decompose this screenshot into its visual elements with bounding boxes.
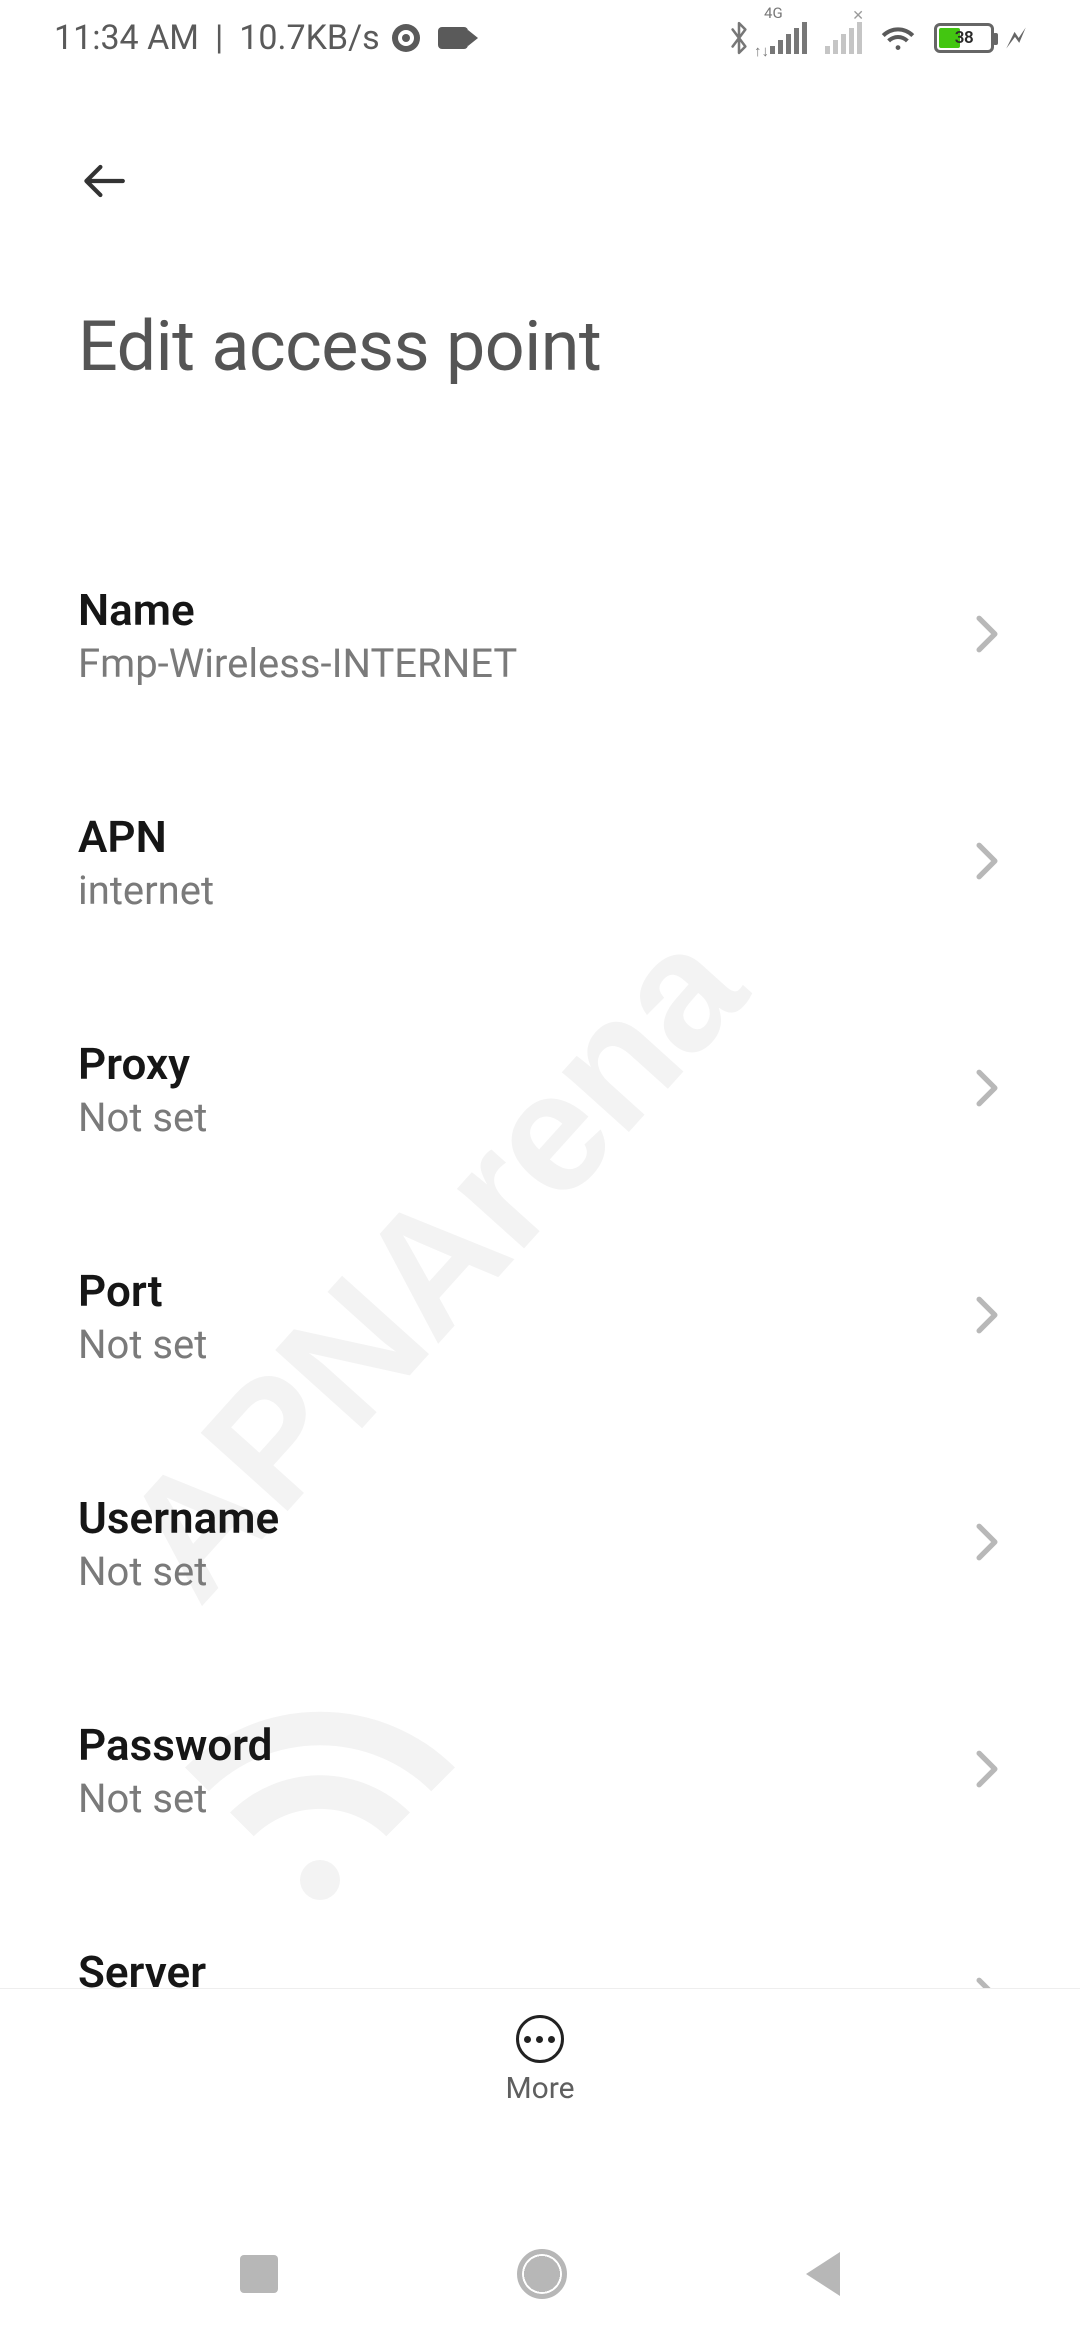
chevron-right-icon [972, 840, 1002, 886]
settings-gear-icon [392, 24, 420, 52]
row-label: Name [78, 584, 517, 636]
nav-back-button[interactable] [806, 2252, 840, 2296]
status-right: 4G ↑↓ ✕ 38 🗲 [726, 20, 1026, 56]
row-apn[interactable]: APN internet [0, 777, 1080, 948]
row-value: Not set [78, 1094, 207, 1141]
row-label: APN [78, 811, 214, 863]
row-password[interactable]: Password Not set [0, 1685, 1080, 1856]
row-label: Port [78, 1265, 207, 1317]
back-button[interactable] [78, 146, 148, 216]
status-network-speed: 10.7KB/s [239, 18, 379, 58]
status-left: 11:34 AM | 10.7KB/s [54, 18, 468, 58]
row-server[interactable]: Server Not set [0, 1912, 1080, 1988]
row-value: Not set [78, 1775, 272, 1822]
cellular-signal-icon-sim2: ✕ [825, 22, 862, 54]
status-time: 11:34 AM [54, 18, 199, 58]
cellular-4g-label: 4G [764, 4, 783, 22]
data-arrows-icon: ↑↓ [754, 46, 769, 56]
wifi-icon [880, 20, 916, 56]
row-value: Not set [78, 1321, 207, 1368]
app-header: Edit access point [0, 76, 1080, 388]
chevron-right-icon [972, 613, 1002, 659]
charging-bolt-icon: 🗲 [1006, 21, 1026, 56]
bluetooth-icon [726, 21, 752, 55]
row-value: Fmp-Wireless-INTERNET [78, 640, 517, 687]
settings-list: Name Fmp-Wireless-INTERNET APN internet … [0, 440, 1080, 1988]
status-bar: 11:34 AM | 10.7KB/s 4G ↑↓ ✕ 38 🗲 [0, 0, 1080, 76]
cellular-signal-icon-sim1: 4G ↑↓ [770, 22, 807, 54]
row-port[interactable]: Port Not set [0, 1231, 1080, 1402]
row-proxy[interactable]: Proxy Not set [0, 1004, 1080, 1175]
more-label: More [505, 2071, 574, 2106]
more-icon [516, 2015, 564, 2063]
row-label: Proxy [78, 1038, 207, 1090]
arrow-left-icon [78, 153, 134, 209]
nav-home-button[interactable] [517, 2249, 567, 2299]
camera-icon [438, 27, 468, 49]
row-username[interactable]: Username Not set [0, 1458, 1080, 1629]
row-label: Username [78, 1492, 279, 1544]
nav-recent-button[interactable] [240, 2255, 278, 2293]
system-nav-bar [0, 2208, 1080, 2340]
status-divider: | [215, 18, 223, 58]
page-title: Edit access point [78, 306, 1002, 388]
row-value: Not set [78, 1548, 279, 1595]
no-sim-x-icon: ✕ [852, 8, 864, 24]
chevron-right-icon [972, 1521, 1002, 1567]
chevron-right-icon [972, 1748, 1002, 1794]
battery-pct: 38 [937, 26, 991, 50]
chevron-right-icon [972, 1975, 1002, 1989]
battery-icon: 38 [934, 23, 994, 53]
row-label: Password [78, 1719, 272, 1771]
chevron-right-icon [972, 1067, 1002, 1113]
chevron-right-icon [972, 1294, 1002, 1340]
row-label: Server [78, 1946, 207, 1988]
row-value: internet [78, 867, 214, 914]
bottom-action-bar: More [0, 1988, 1080, 2132]
row-name[interactable]: Name Fmp-Wireless-INTERNET [0, 550, 1080, 721]
more-button[interactable]: More [505, 2015, 574, 2106]
